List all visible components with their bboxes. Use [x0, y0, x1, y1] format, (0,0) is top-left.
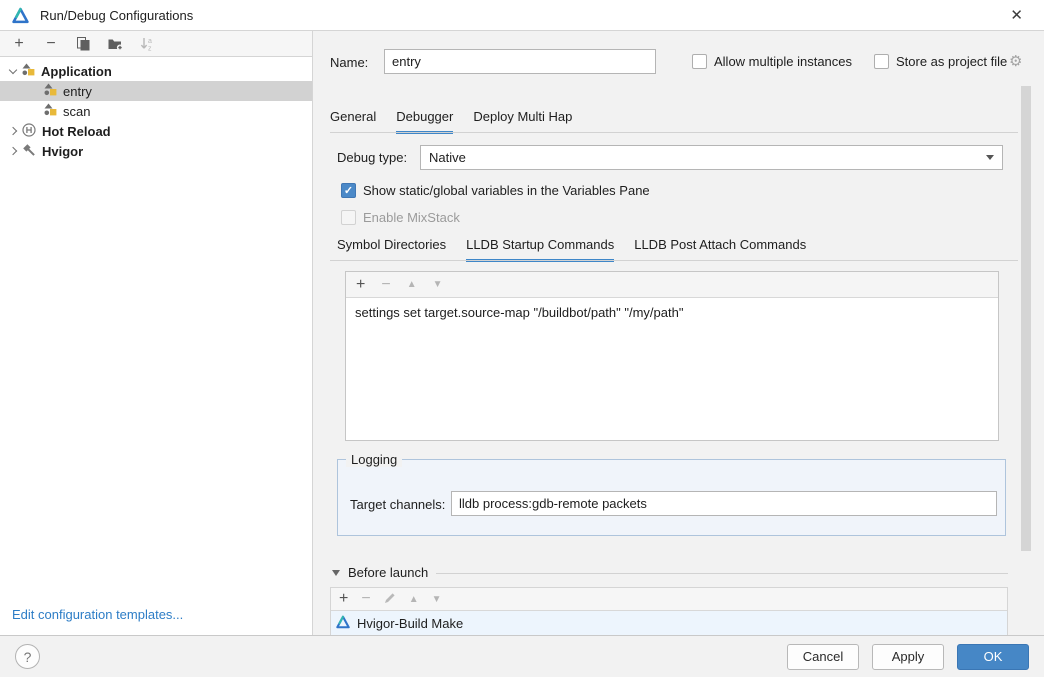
tree-item-label: Hvigor	[42, 144, 83, 159]
tree-item-scan[interactable]: scan	[0, 101, 312, 121]
move-up-button[interactable]: ▲	[407, 279, 417, 290]
module-icon	[22, 63, 35, 79]
apply-button[interactable]: Apply	[872, 644, 944, 670]
tree-item-label: Application	[41, 64, 112, 79]
edit-configuration-templates-link[interactable]: Edit configuration templates...	[12, 607, 183, 622]
tabs-separator	[330, 132, 1018, 133]
svg-text:a: a	[148, 38, 152, 45]
add-configuration-button[interactable]: +	[11, 36, 27, 52]
configuration-editor-panel: Name: Allow multiple instances Store as …	[314, 31, 1044, 635]
debug-type-value: Native	[429, 150, 466, 165]
chevron-right-icon[interactable]	[9, 127, 17, 135]
task-label: Hvigor-Build Make	[357, 616, 463, 631]
add-command-button[interactable]: +	[356, 276, 365, 294]
before-launch-title: Before launch	[348, 565, 428, 580]
tree-item-application[interactable]: Application	[0, 61, 312, 81]
help-button[interactable]: ?	[15, 644, 40, 669]
checkbox-box	[692, 54, 707, 69]
title-bar: Run/Debug Configurations ✕	[0, 0, 1044, 31]
module-icon	[44, 103, 57, 119]
tab-lldb-startup-commands[interactable]: LLDB Startup Commands	[466, 237, 614, 262]
new-folder-icon[interactable]	[107, 36, 123, 52]
lldb-commands-editor[interactable]: settings set target.source-map "/buildbo…	[346, 298, 998, 327]
footer-buttons: Cancel Apply OK	[787, 644, 1029, 670]
move-task-up-button[interactable]: ▲	[409, 594, 419, 605]
tree-item-label: Hot Reload	[42, 124, 111, 139]
deveco-logo-icon	[12, 7, 29, 24]
remove-command-button[interactable]: −	[381, 276, 390, 294]
before-launch-toolbar: + − ▲ ▼	[331, 588, 1007, 611]
allow-multiple-instances-checkbox[interactable]: Allow multiple instances	[692, 52, 852, 70]
show-static-variables-checkbox[interactable]: ✓ Show static/global variables in the Va…	[341, 181, 650, 199]
checkbox-label: Enable MixStack	[363, 210, 460, 225]
configurations-sidebar: + − a z	[0, 31, 313, 635]
chevron-right-icon[interactable]	[9, 147, 17, 155]
lldb-startup-commands-panel: + − ▲ ▼ settings set target.source-map "…	[345, 271, 999, 441]
run-debug-configurations-dialog: Run/Debug Configurations ✕ + −	[0, 0, 1044, 677]
sort-alphabetically-icon[interactable]: a z	[139, 36, 155, 52]
checkbox-box	[874, 54, 889, 69]
remove-task-button[interactable]: −	[361, 590, 370, 608]
hvigor-hammer-icon	[22, 143, 36, 160]
logging-group: Logging Target channels:	[337, 459, 1006, 536]
before-launch-task-row[interactable]: Hvigor-Build Make	[331, 611, 1007, 635]
move-down-button[interactable]: ▼	[433, 279, 443, 290]
hot-reload-icon	[22, 123, 36, 140]
tree-item-entry[interactable]: entry	[0, 81, 312, 101]
vertical-scrollbar-thumb[interactable]	[1021, 86, 1031, 551]
debug-type-select[interactable]: Native	[420, 145, 1003, 170]
tab-symbol-directories[interactable]: Symbol Directories	[337, 237, 446, 262]
tree-item-label: scan	[63, 104, 90, 119]
add-task-button[interactable]: +	[339, 590, 348, 608]
before-launch-separator	[436, 573, 1008, 574]
store-project-gear-icon[interactable]: ⚙	[1009, 52, 1022, 70]
enable-mixstack-checkbox: Enable MixStack	[341, 208, 460, 226]
remove-configuration-button[interactable]: −	[43, 36, 59, 52]
store-as-project-file-checkbox[interactable]: Store as project file	[874, 52, 1007, 70]
ok-button[interactable]: OK	[957, 644, 1029, 670]
name-label: Name:	[330, 55, 368, 70]
lldb-tabs: Symbol Directories LLDB Startup Commands…	[337, 237, 806, 262]
configurations-tree: Application entry	[0, 57, 312, 161]
checkbox-label: Allow multiple instances	[714, 54, 852, 69]
dropdown-arrow-icon	[986, 155, 994, 160]
name-input[interactable]	[384, 49, 656, 74]
cancel-button[interactable]: Cancel	[787, 644, 859, 670]
check-icon: ✓	[344, 184, 353, 197]
checkbox-label: Store as project file	[896, 54, 1007, 69]
svg-text:z: z	[148, 45, 152, 51]
target-channels-input[interactable]	[451, 491, 997, 516]
tab-general[interactable]: General	[330, 109, 376, 134]
target-channels-label: Target channels:	[350, 497, 445, 512]
copy-configuration-icon[interactable]	[75, 36, 91, 52]
lldb-tabs-separator	[330, 260, 1018, 261]
module-icon	[44, 83, 57, 99]
logging-legend: Logging	[346, 452, 402, 467]
collapse-triangle-icon[interactable]	[332, 570, 340, 576]
tree-item-hot-reload[interactable]: Hot Reload	[0, 121, 312, 141]
sidebar-toolbar: + − a z	[0, 31, 312, 57]
checkbox-box-checked: ✓	[341, 183, 356, 198]
debug-type-label: Debug type:	[337, 150, 407, 165]
dialog-footer: ? Cancel Apply OK	[0, 635, 1044, 677]
checkbox-label: Show static/global variables in the Vari…	[363, 183, 650, 198]
chevron-down-icon[interactable]	[9, 65, 17, 73]
move-task-down-button[interactable]: ▼	[432, 594, 442, 605]
before-launch-panel: + − ▲ ▼ Hvigor-Build Make	[330, 587, 1008, 635]
tab-deploy-multi-hap[interactable]: Deploy Multi Hap	[473, 109, 572, 134]
config-tabs: General Debugger Deploy Multi Hap	[330, 109, 572, 134]
tree-item-hvigor[interactable]: Hvigor	[0, 141, 312, 161]
tree-item-label: entry	[63, 84, 92, 99]
close-icon[interactable]: ✕	[1001, 4, 1032, 26]
dialog-title: Run/Debug Configurations	[40, 8, 193, 23]
tab-debugger[interactable]: Debugger	[396, 109, 453, 134]
tab-lldb-post-attach-commands[interactable]: LLDB Post Attach Commands	[634, 237, 806, 262]
hvigor-build-icon	[336, 615, 350, 632]
checkbox-box	[341, 210, 356, 225]
edit-task-pencil-icon[interactable]	[384, 592, 396, 607]
commands-toolbar: + − ▲ ▼	[346, 272, 998, 298]
before-launch-header: Before launch	[332, 565, 428, 580]
